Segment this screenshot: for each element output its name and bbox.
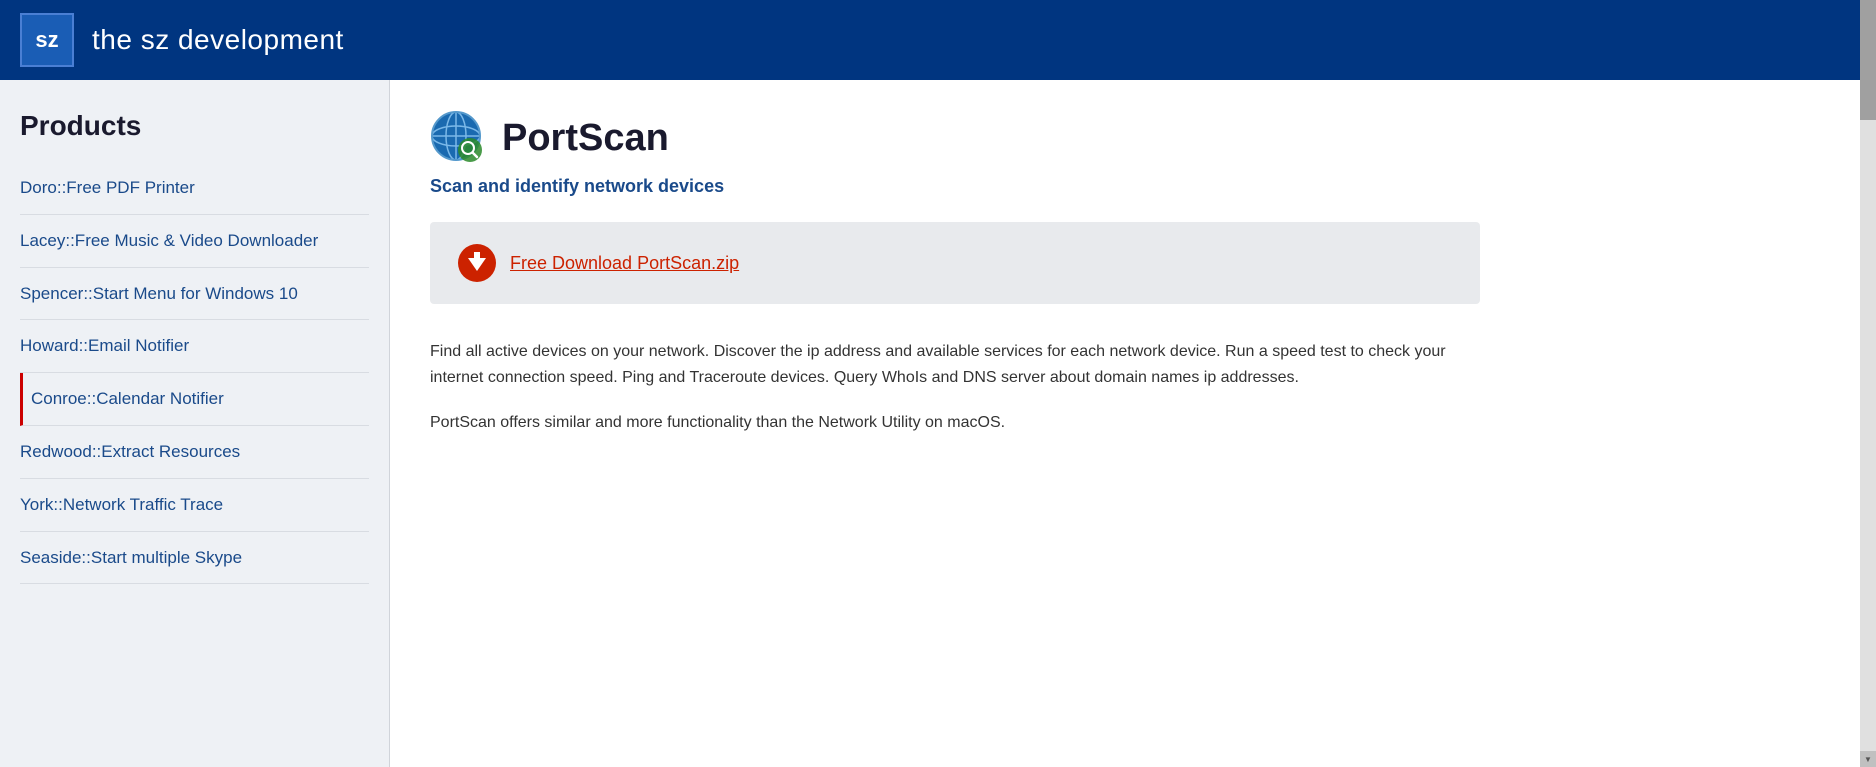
sidebar-item-seaside[interactable]: Seaside::Start multiple Skype xyxy=(20,532,369,585)
scrollbar-down-button[interactable]: ▼ xyxy=(1860,751,1876,767)
scrollbar-track[interactable]: ▲ ▼ xyxy=(1860,0,1876,767)
sidebar-item-lacey[interactable]: Lacey::Free Music & Video Downloader xyxy=(20,215,369,268)
logo-text: sz xyxy=(35,27,58,53)
sidebar-item-spencer[interactable]: Spencer::Start Menu for Windows 10 xyxy=(20,268,369,321)
sidebar-item-howard[interactable]: Howard::Email Notifier xyxy=(20,320,369,373)
sidebar-item-conroe[interactable]: Conroe::Calendar Notifier xyxy=(20,373,369,426)
site-title: the sz development xyxy=(92,24,344,56)
sidebar: Products Doro::Free PDF Printer Lacey::F… xyxy=(0,80,390,767)
download-icon xyxy=(458,244,496,282)
download-link[interactable]: Free Download PortScan.zip xyxy=(510,253,739,274)
logo-box: sz xyxy=(20,13,74,67)
sidebar-item-york[interactable]: York::Network Traffic Trace xyxy=(20,479,369,532)
download-box: Free Download PortScan.zip xyxy=(430,222,1480,304)
content-area: PortScan Scan and identify network devic… xyxy=(390,80,1876,767)
sidebar-link-york[interactable]: York::Network Traffic Trace xyxy=(20,495,223,514)
sidebar-link-conroe[interactable]: Conroe::Calendar Notifier xyxy=(31,389,224,408)
page-title: PortScan xyxy=(502,117,669,160)
header: sz the sz development xyxy=(0,0,1876,80)
sidebar-item-doro[interactable]: Doro::Free PDF Printer xyxy=(20,162,369,215)
page-subtitle: Scan and identify network devices xyxy=(430,176,1816,197)
description-paragraph-2: PortScan offers similar and more functio… xyxy=(430,410,1450,436)
sidebar-link-doro[interactable]: Doro::Free PDF Printer xyxy=(20,178,195,197)
portscan-icon xyxy=(430,110,486,166)
sidebar-link-lacey[interactable]: Lacey::Free Music & Video Downloader xyxy=(20,231,318,250)
sidebar-item-redwood[interactable]: Redwood::Extract Resources xyxy=(20,426,369,479)
description-paragraph-1: Find all active devices on your network.… xyxy=(430,339,1450,392)
sidebar-link-seaside[interactable]: Seaside::Start multiple Skype xyxy=(20,548,242,567)
scrollbar-thumb[interactable] xyxy=(1860,0,1876,120)
sidebar-link-howard[interactable]: Howard::Email Notifier xyxy=(20,336,189,355)
page-header: PortScan xyxy=(430,110,1816,166)
sidebar-link-spencer[interactable]: Spencer::Start Menu for Windows 10 xyxy=(20,284,298,303)
main-layout: Products Doro::Free PDF Printer Lacey::F… xyxy=(0,80,1876,767)
products-heading: Products xyxy=(20,110,369,142)
sidebar-link-redwood[interactable]: Redwood::Extract Resources xyxy=(20,442,240,461)
